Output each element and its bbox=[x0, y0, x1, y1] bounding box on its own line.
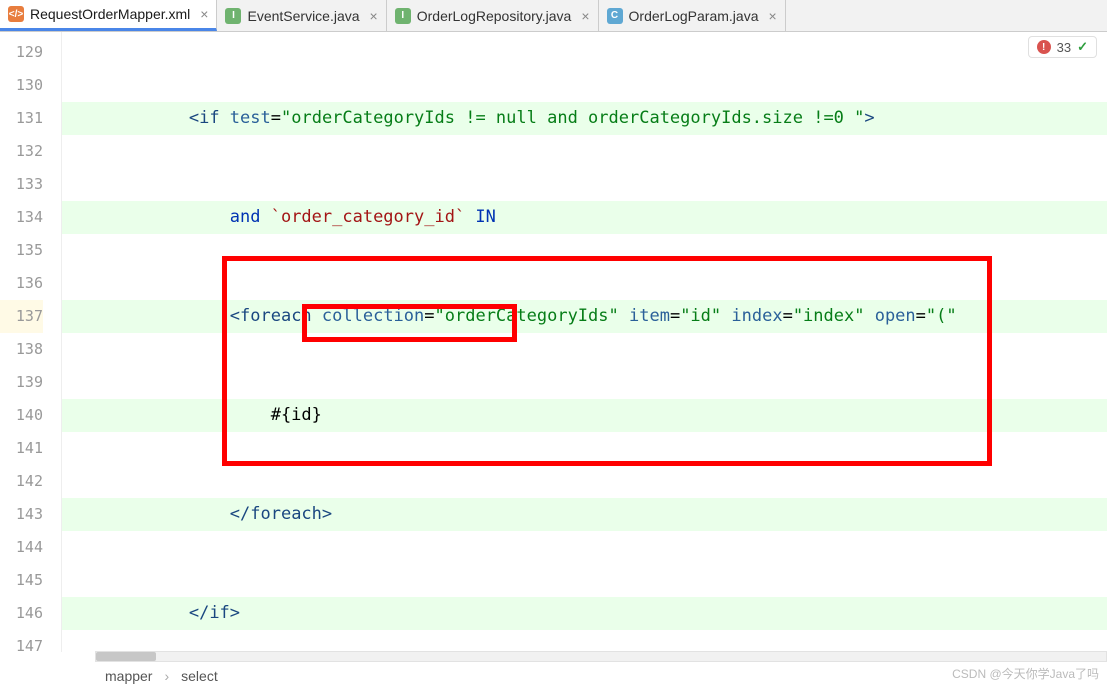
line-number: 142 bbox=[0, 465, 43, 498]
line-number-gutter: 129 130 131 132 133 134 135 136 137 138 … bbox=[0, 32, 62, 652]
breadcrumb-item[interactable]: mapper bbox=[105, 668, 152, 684]
line-number: 144 bbox=[0, 531, 43, 564]
line-number: 137 bbox=[0, 300, 43, 333]
interface-icon: I bbox=[225, 8, 241, 24]
line-number: 147 bbox=[0, 630, 43, 663]
line-number: 141 bbox=[0, 432, 43, 465]
close-icon[interactable]: × bbox=[200, 6, 208, 22]
editor-area: 129 130 131 132 133 134 135 136 137 138 … bbox=[0, 32, 1107, 652]
code-editor[interactable]: <if test="orderCategoryIds != null and o… bbox=[62, 32, 1107, 652]
class-icon: C bbox=[607, 8, 623, 24]
close-icon[interactable]: × bbox=[370, 8, 378, 24]
breadcrumb[interactable]: mapper › select bbox=[105, 668, 218, 684]
tab-order-log-repository[interactable]: I OrderLogRepository.java × bbox=[387, 0, 599, 31]
line-number: 134 bbox=[0, 201, 43, 234]
tab-event-service[interactable]: I EventService.java × bbox=[217, 0, 386, 31]
line-number: 136 bbox=[0, 267, 43, 300]
line-number: 138 bbox=[0, 333, 43, 366]
interface-icon: I bbox=[395, 8, 411, 24]
line-number: 146 bbox=[0, 597, 43, 630]
breadcrumb-item[interactable]: select bbox=[181, 668, 218, 684]
line-number: 132 bbox=[0, 135, 43, 168]
tab-label: EventService.java bbox=[247, 8, 359, 24]
close-icon[interactable]: × bbox=[768, 8, 776, 24]
line-number: 143 bbox=[0, 498, 43, 531]
line-number: 131 bbox=[0, 102, 43, 135]
annotation-box-outer bbox=[222, 256, 992, 466]
tab-request-order-mapper[interactable]: </> RequestOrderMapper.xml × bbox=[0, 0, 217, 31]
line-number: 135 bbox=[0, 234, 43, 267]
line-number: 133 bbox=[0, 168, 43, 201]
line-number: 130 bbox=[0, 69, 43, 102]
tab-label: OrderLogParam.java bbox=[629, 8, 759, 24]
close-icon[interactable]: × bbox=[581, 8, 589, 24]
xml-file-icon: </> bbox=[8, 6, 24, 22]
scrollbar-thumb[interactable] bbox=[96, 652, 156, 661]
horizontal-scrollbar[interactable] bbox=[95, 651, 1107, 662]
line-number: 145 bbox=[0, 564, 43, 597]
chevron-right-icon: › bbox=[164, 668, 169, 684]
editor-tabs: </> RequestOrderMapper.xml × I EventServ… bbox=[0, 0, 1107, 32]
tab-order-log-param[interactable]: C OrderLogParam.java × bbox=[599, 0, 786, 31]
tab-label: OrderLogRepository.java bbox=[417, 8, 572, 24]
line-number: 129 bbox=[0, 36, 43, 69]
line-number: 140 bbox=[0, 399, 43, 432]
line-number: 139 bbox=[0, 366, 43, 399]
watermark-text: CSDN @今天你学Java了吗 bbox=[952, 665, 1099, 682]
tab-label: RequestOrderMapper.xml bbox=[30, 6, 190, 22]
